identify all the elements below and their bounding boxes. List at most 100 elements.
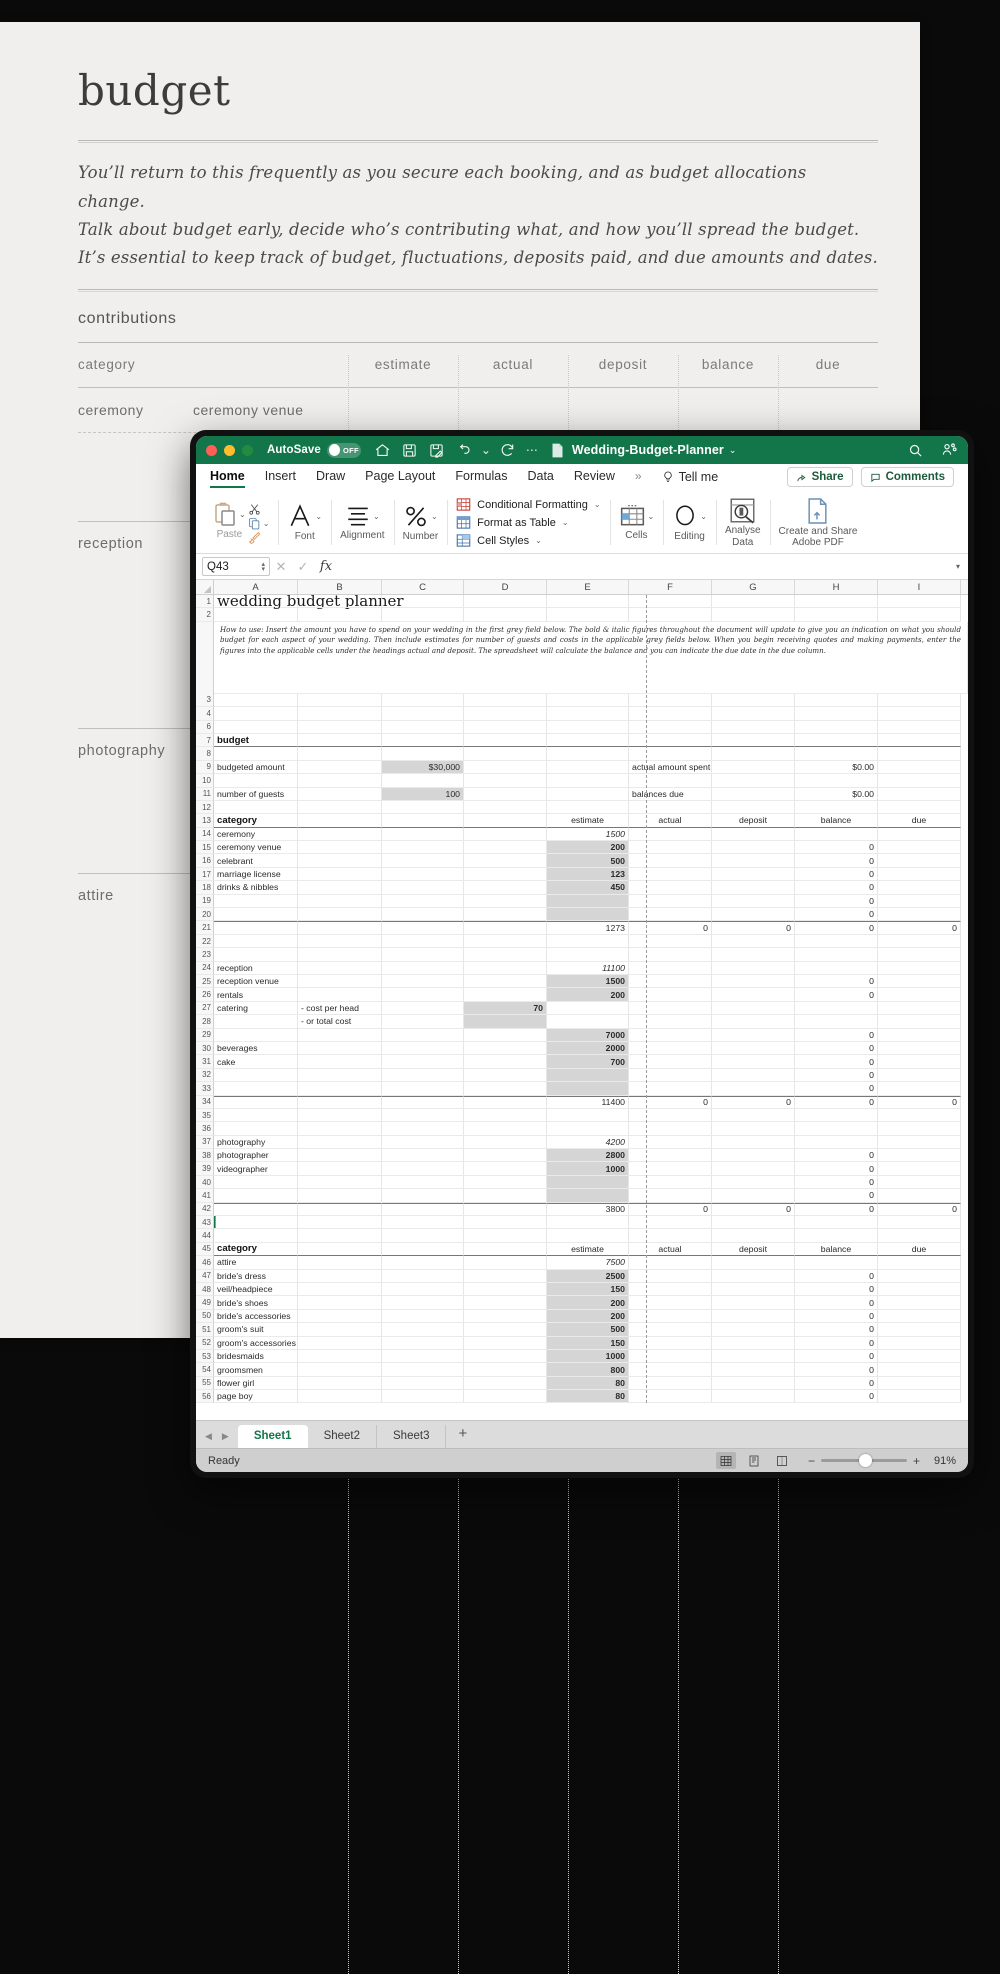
grid-row[interactable]: 1wedding budget planner (196, 595, 968, 608)
cell-A24[interactable]: reception (214, 962, 298, 975)
cell-H1[interactable] (795, 595, 878, 608)
cell-A37[interactable]: photography (214, 1136, 298, 1149)
cell-C34[interactable] (382, 1096, 464, 1109)
sheet-tab-sheet2[interactable]: Sheet2 (308, 1425, 377, 1448)
grid-row[interactable]: 47bride's dress25000 (196, 1270, 968, 1283)
cell-I30[interactable] (878, 1042, 961, 1055)
cell-B36[interactable] (298, 1122, 382, 1135)
cell-I3[interactable] (878, 694, 961, 707)
cell-D7[interactable] (464, 734, 547, 747)
cell-B15[interactable] (298, 841, 382, 854)
cell-F12[interactable] (629, 801, 712, 814)
cell-F20[interactable] (629, 908, 712, 921)
tab-home[interactable]: Home (210, 469, 245, 485)
cut-button[interactable] (248, 503, 270, 516)
cell-C51[interactable] (382, 1323, 464, 1336)
cell-D4[interactable] (464, 707, 547, 720)
cell-F47[interactable] (629, 1270, 712, 1283)
cell-A34[interactable] (214, 1096, 298, 1109)
cell-A45[interactable]: category (214, 1243, 298, 1256)
cell-B28[interactable]: - or total cost (298, 1015, 382, 1028)
cell-G39[interactable] (712, 1162, 795, 1175)
row-header-43[interactable]: 43 (196, 1216, 214, 1229)
row-header-19[interactable]: 19 (196, 895, 214, 908)
cell-F1[interactable] (629, 595, 712, 608)
cell-I35[interactable] (878, 1109, 961, 1122)
cell-F13[interactable]: actual (629, 814, 712, 827)
cell-F24[interactable] (629, 962, 712, 975)
cell-G41[interactable] (712, 1189, 795, 1202)
chevron-down-icon[interactable]: ⌄ (373, 512, 380, 521)
chevron-down-icon[interactable]: ⌄ (729, 445, 737, 456)
cell-I8[interactable] (878, 747, 961, 760)
cell-E37[interactable]: 4200 (547, 1136, 629, 1149)
cell-D47[interactable] (464, 1270, 547, 1283)
grid-row[interactable]: 6 (196, 721, 968, 734)
grid-row[interactable]: 190 (196, 895, 968, 908)
cell-F25[interactable] (629, 975, 712, 988)
cell-D16[interactable] (464, 854, 547, 867)
cell-B43[interactable] (298, 1216, 382, 1229)
row-header-47[interactable]: 47 (196, 1270, 214, 1283)
zoom-out-button[interactable]: − (808, 1454, 815, 1468)
cell-I53[interactable] (878, 1350, 961, 1363)
cell-G16[interactable] (712, 854, 795, 867)
cell-A52[interactable]: groom's accessories (214, 1337, 298, 1350)
cell-E50[interactable]: 200 (547, 1310, 629, 1323)
cell-E29[interactable]: 7000 (547, 1029, 629, 1042)
cell-G2[interactable] (712, 608, 795, 621)
cell-E34[interactable]: 11400 (547, 1096, 629, 1109)
cell-D30[interactable] (464, 1042, 547, 1055)
row-header-38[interactable]: 38 (196, 1149, 214, 1162)
cell-I18[interactable] (878, 881, 961, 894)
cell-C43[interactable] (382, 1216, 464, 1229)
row-header-39[interactable]: 39 (196, 1162, 214, 1175)
cell-B45[interactable] (298, 1243, 382, 1256)
cell-G8[interactable] (712, 747, 795, 760)
cell-H20[interactable]: 0 (795, 908, 878, 921)
redo-icon[interactable] (499, 441, 518, 460)
grid-row[interactable]: 49bride's shoes2000 (196, 1296, 968, 1309)
cell-G12[interactable] (712, 801, 795, 814)
cell-G19[interactable] (712, 895, 795, 908)
cell-H26[interactable]: 0 (795, 988, 878, 1001)
cell-H35[interactable] (795, 1109, 878, 1122)
cell-D3[interactable] (464, 694, 547, 707)
cell-D21[interactable] (464, 921, 547, 934)
cell-H4[interactable] (795, 707, 878, 720)
cell-B10[interactable] (298, 774, 382, 787)
cell-E14[interactable]: 1500 (547, 828, 629, 841)
cell-E26[interactable]: 200 (547, 988, 629, 1001)
cell-B37[interactable] (298, 1136, 382, 1149)
cell-E10[interactable] (547, 774, 629, 787)
cell-B4[interactable] (298, 707, 382, 720)
cell-H55[interactable]: 0 (795, 1377, 878, 1390)
cell-A41[interactable] (214, 1189, 298, 1202)
cell-I27[interactable] (878, 1002, 961, 1015)
cell-A7[interactable]: budget (214, 734, 298, 747)
cell-A1[interactable]: wedding budget planner (214, 595, 298, 608)
cell-H51[interactable]: 0 (795, 1323, 878, 1336)
grid-row[interactable]: 2112730000 (196, 921, 968, 934)
cell-I52[interactable] (878, 1337, 961, 1350)
cell-D15[interactable] (464, 841, 547, 854)
cell-E13[interactable]: estimate (547, 814, 629, 827)
cell-I29[interactable] (878, 1029, 961, 1042)
cell-B44[interactable] (298, 1229, 382, 1242)
cell-D25[interactable] (464, 975, 547, 988)
cell-B56[interactable] (298, 1390, 382, 1403)
cell-G14[interactable] (712, 828, 795, 841)
grid-row[interactable]: 23 (196, 948, 968, 961)
column-header-i[interactable]: I (878, 580, 961, 594)
cell-B19[interactable] (298, 895, 382, 908)
row-header[interactable] (196, 622, 214, 694)
cell-D39[interactable] (464, 1162, 547, 1175)
conditional-formatting-button[interactable]: Conditional Formatting ⌄ (456, 497, 600, 512)
active-cell[interactable] (214, 1216, 298, 1229)
format-painter-button[interactable] (248, 531, 270, 544)
cell-E51[interactable]: 500 (547, 1323, 629, 1336)
cell-I33[interactable] (878, 1082, 961, 1095)
cell-F51[interactable] (629, 1323, 712, 1336)
cell-H38[interactable]: 0 (795, 1149, 878, 1162)
cell-G56[interactable] (712, 1390, 795, 1403)
